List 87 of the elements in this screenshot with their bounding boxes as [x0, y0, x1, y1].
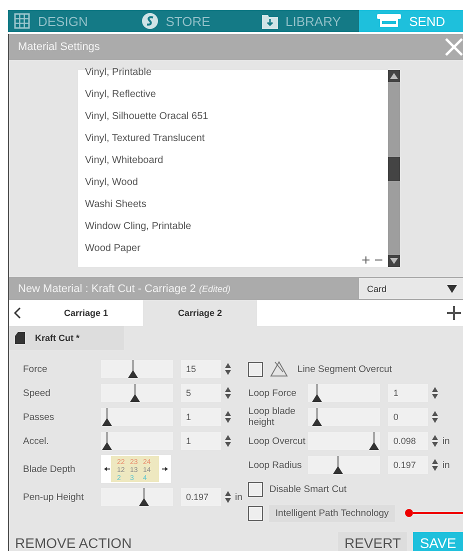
slider-track[interactable]: [308, 384, 380, 402]
revert-button[interactable]: REVERT: [338, 532, 407, 551]
scroll-down-icon[interactable]: [388, 255, 400, 267]
carriage-tab[interactable]: Carriage 2: [143, 300, 257, 326]
material-item[interactable]: Vinyl, Whiteboard: [78, 150, 164, 172]
scrollbar[interactable]: [388, 70, 400, 267]
material-item[interactable]: Window Cling, Printable: [78, 216, 192, 238]
value-field[interactable]: 0: [388, 408, 428, 426]
checkbox-label: Disable Smart Cut: [269, 484, 346, 494]
spin-arrows-icon[interactable]: [225, 363, 231, 375]
value-field[interactable]: 1: [388, 384, 428, 402]
setting-label: Blade Depth: [23, 464, 76, 474]
pointer-line-drawing: [404, 509, 463, 517]
material-item[interactable]: Vinyl, Textured Translucent: [78, 128, 205, 150]
value-field[interactable]: 0.197: [181, 488, 221, 506]
slider-thumb[interactable]: [130, 384, 140, 402]
cutter-icon: [377, 14, 402, 28]
spin-arrows-icon[interactable]: [225, 435, 231, 447]
blade-icon: [15, 332, 25, 344]
spin-arrows-icon[interactable]: [432, 387, 438, 399]
unit-label: in: [442, 436, 450, 446]
slider-thumb[interactable]: [333, 456, 344, 474]
value-field[interactable]: 1: [181, 408, 221, 426]
arrow-left-icon[interactable]: [104, 467, 110, 471]
slider-track[interactable]: [308, 456, 380, 474]
slider-thumb[interactable]: [139, 488, 150, 506]
slider-track[interactable]: [308, 432, 380, 450]
setting-label: Force: [23, 364, 48, 374]
material-item[interactable]: Wood Paper: [78, 238, 140, 260]
spin-arrows-icon[interactable]: [225, 491, 231, 503]
spin-arrows-icon[interactable]: [432, 411, 438, 423]
value-field[interactable]: 0.098: [388, 432, 428, 450]
value-field[interactable]: 5: [181, 384, 221, 402]
checkbox-label: Intelligent Path Technology: [269, 504, 395, 522]
setting-label: Passes: [23, 412, 56, 422]
setting-label: Accel.: [23, 436, 50, 446]
unit-label: in: [235, 492, 242, 502]
triangle-icon: [269, 361, 290, 377]
list-button[interactable]: +: [361, 254, 370, 267]
slider-thumb[interactable]: [312, 408, 322, 426]
slider-thumb[interactable]: [312, 384, 322, 402]
value-field[interactable]: 15: [181, 360, 221, 378]
spin-arrows-icon[interactable]: [432, 459, 438, 471]
slider-thumb[interactable]: [368, 432, 379, 450]
list-button[interactable]: −: [374, 254, 383, 267]
checkbox[interactable]: [248, 362, 264, 376]
material-title: New Material : Kraft Cut - Carriage 2 (Edited): [18, 282, 230, 294]
caret-icon: [447, 284, 457, 292]
material-item[interactable]: Vinyl, Reflective: [78, 84, 156, 106]
setting-label: Loop Radius: [248, 460, 303, 470]
checkbox[interactable]: [248, 506, 264, 520]
material-item[interactable]: Vinyl, Printable: [78, 62, 152, 84]
slider-track[interactable]: [101, 360, 173, 378]
tool-tab[interactable]: Kraft Cut *: [9, 326, 124, 350]
setting-label: Loop Overcut: [248, 436, 306, 446]
material-item[interactable]: Vinyl, Wood: [78, 172, 138, 194]
slider-thumb[interactable]: [128, 360, 138, 378]
arrow-right-icon[interactable]: [162, 467, 168, 471]
plus-icon[interactable]: [447, 306, 461, 320]
material-item[interactable]: Vinyl, Silhouette Oracal 651: [78, 106, 208, 128]
scroll-up-icon[interactable]: [388, 70, 400, 82]
material-dropdown[interactable]: Card: [359, 278, 463, 299]
material-item[interactable]: Washi Sheets: [78, 194, 146, 216]
setting-label: Pen-up Height: [23, 492, 85, 502]
spin-arrows-icon[interactable]: [225, 387, 231, 399]
download-folder-icon: [262, 13, 278, 29]
grid-icon: [14, 13, 30, 29]
slider-thumb[interactable]: [102, 408, 112, 426]
checkbox[interactable]: [248, 482, 264, 496]
value-field[interactable]: 1: [181, 432, 221, 450]
unit-label: in: [442, 460, 450, 470]
checkbox-label: Line Segment Overcut: [297, 364, 392, 374]
setting-label: Loop blade height: [248, 406, 296, 428]
spin-arrows-icon[interactable]: [225, 411, 231, 423]
s-logo-icon: [142, 13, 158, 29]
scroll-thumb[interactable]: [388, 156, 400, 180]
setting-label: Loop Force: [248, 388, 298, 398]
panel-title: Material Settings: [18, 41, 100, 53]
value-field[interactable]: 0.197: [388, 456, 428, 474]
slider-track[interactable]: [101, 384, 173, 402]
slider-track[interactable]: [101, 408, 173, 426]
slider-track[interactable]: [308, 408, 380, 426]
slider-track[interactable]: [101, 432, 173, 450]
spin-arrows-icon[interactable]: [432, 435, 438, 447]
slider-thumb[interactable]: [102, 432, 112, 450]
setting-label: Speed: [23, 388, 52, 398]
slider-track[interactable]: [101, 488, 173, 506]
